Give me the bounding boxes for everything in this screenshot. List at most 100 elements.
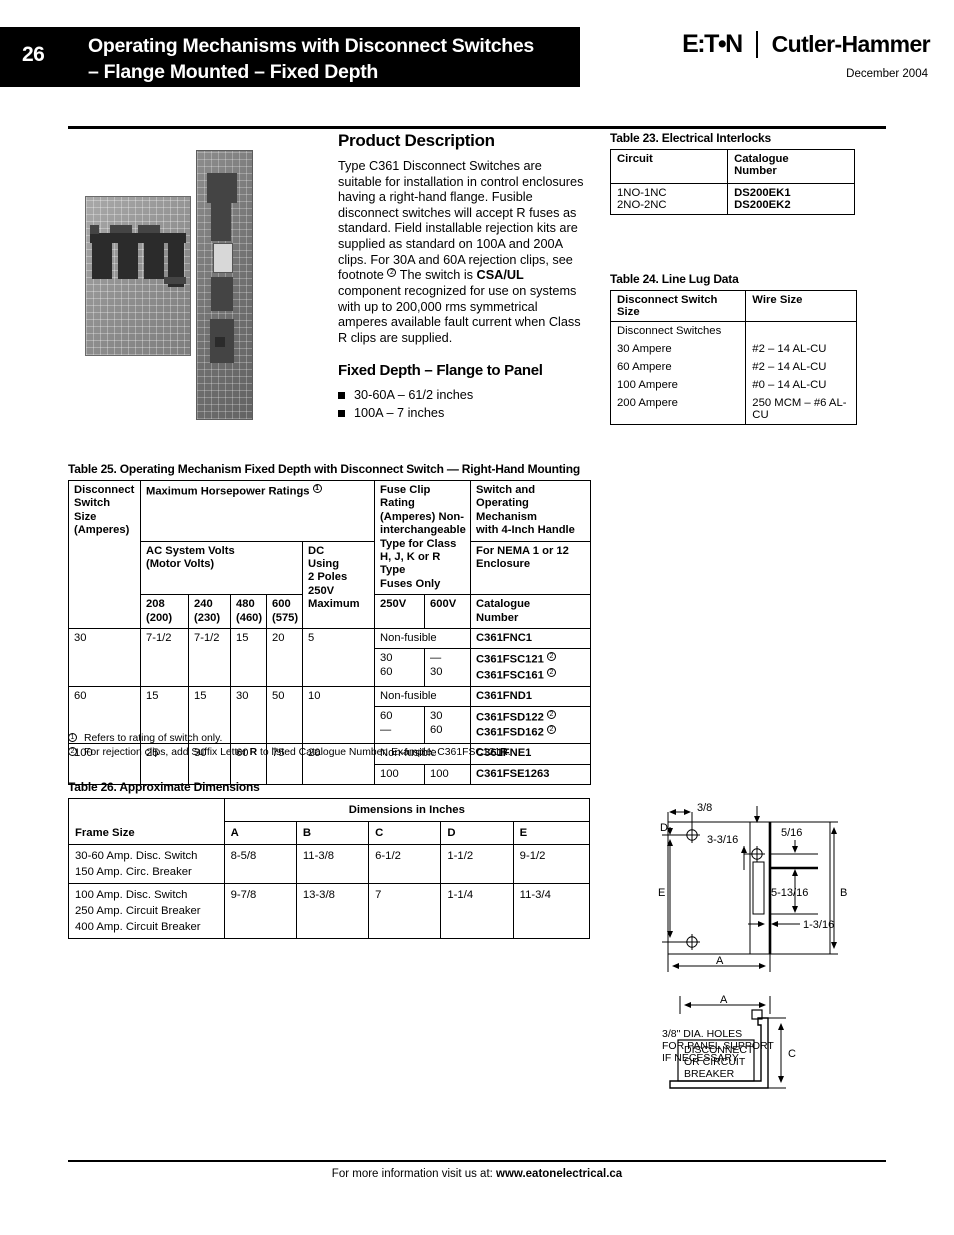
catalogue-value: C361FSD122 <box>476 711 544 724</box>
description-part-1: Type C361 Disconnect Switches are suitab… <box>338 159 584 283</box>
table-23-electrical-interlocks: Circuit Catalogue Number 1NO-1NC 2NO-2NC… <box>609 149 855 215</box>
header-line: Switch and Operating <box>476 484 536 510</box>
cell-dim-e: 11-3/4 <box>512 883 591 939</box>
table-row: 200 Ampere 250 MCM – #6 AL-CU <box>609 394 857 425</box>
column-header-fuse-600v: 600V <box>424 594 472 630</box>
frame-line: 30-60 Amp. Disc. Switch <box>75 850 198 862</box>
table-row: AC System Volts (Motor Volts) DC Using 2… <box>69 540 592 630</box>
cell-wire-size: #0 – 14 AL-CU <box>745 376 857 394</box>
cutler-hammer-wordmark: Cutler-Hammer <box>771 31 931 57</box>
header-line: AC System Volts <box>146 544 235 557</box>
header-line: Maximum <box>308 598 360 611</box>
table-row: Disconnect Switch Size (Amperes) Maximum… <box>68 479 592 630</box>
cell-non-fusible-label: Non-fusible <box>374 685 472 708</box>
cell-hp-240: 7-1/2 <box>188 628 231 687</box>
column-header-480v: 480 (460) <box>230 594 267 630</box>
column-header-catalogue-number: Catalogue Number <box>727 149 855 184</box>
cell-dim-d: 1-1/4 <box>440 883 514 939</box>
table-23-section: Table 23. Electrical Interlocks Circuit … <box>609 131 855 215</box>
footnote-marker-2-icon: 2 <box>68 747 77 756</box>
footnote-1-text: Refers to rating of switch only. <box>84 733 223 744</box>
frame-line: 100 Amp. Disc. Switch <box>75 889 188 901</box>
fuse-value: — <box>430 652 442 665</box>
footer-url[interactable]: www.eatonelectrical.ca <box>496 1168 622 1180</box>
cell-catalogue-number: C361FND1 <box>470 685 592 708</box>
dimension-drawing: 3/8 D E 3-3/16 5/16 5-13/16 1-3/16 B A A… <box>640 800 920 1100</box>
header-line: Type for Class <box>380 537 457 550</box>
footnote-2: 2 For rejection clips, add Suffix Letter… <box>68 746 590 760</box>
cell-switch-size: 30 <box>68 628 141 687</box>
catalogue-value: DS200EK1 <box>734 187 791 199</box>
dim-label-3-3-16: 3-3/16 <box>707 834 738 846</box>
header-line: (Amperes) <box>74 524 130 537</box>
column-header-dim-d: D <box>440 821 514 845</box>
cell-empty <box>745 321 857 340</box>
dim-label-5-13-16: 5-13/16 <box>771 887 808 899</box>
column-header-catalogue-number: Catalogue Number <box>470 594 592 630</box>
cell-frame-size: 100 Amp. Disc. Switch 250 Amp. Circuit B… <box>68 883 225 939</box>
footnote-ref-1-icon: 1 <box>312 484 322 493</box>
table-23-caption: Table 23. Electrical Interlocks <box>610 131 771 145</box>
table-row: 60 Ampere #2 – 14 AL-CU <box>609 358 857 376</box>
column-header-frame-size: Frame Size <box>68 798 225 845</box>
fuse-value: 30 <box>430 665 443 678</box>
table-row: Circuit Catalogue Number <box>609 149 855 184</box>
header-line: Using <box>308 558 340 571</box>
list-item: 100A – 7 inches <box>338 404 588 422</box>
column-header-fuse-clip-rating: Fuse Clip Rating (Amperes) Non- intercha… <box>374 479 472 596</box>
circuit-value: 2NO-2NC <box>617 199 667 211</box>
cell-frame-size: 30-60 Amp. Disc. Switch 150 Amp. Circ. B… <box>68 844 225 884</box>
column-header-dim-c: C <box>368 821 442 845</box>
footnote-ref-2-icon: 2 <box>546 710 556 720</box>
header-line: (230) <box>194 611 221 624</box>
header-line: (460) <box>236 611 263 624</box>
header-line: 600 <box>272 598 291 611</box>
cell-dim-c: 7 <box>368 883 442 939</box>
bottom-rule <box>68 1160 886 1162</box>
cell-switch-size: 200 Ampere <box>609 394 747 425</box>
cell-dim-c: 6-1/2 <box>368 844 442 884</box>
catalogue-entry: C361FSC161 2 <box>476 667 585 683</box>
header-line: (575) <box>272 611 299 624</box>
cell-wire-size: #2 – 14 AL-CU <box>745 340 857 358</box>
cell-dim-b: 13-3/8 <box>295 883 370 939</box>
footnote-1: 1 Refers to rating of switch only. <box>68 732 590 746</box>
fuse-value: 30 <box>380 652 393 665</box>
header-line: 2 Poles <box>308 571 348 584</box>
top-rule <box>68 126 886 129</box>
fixed-depth-heading: Fixed Depth – Flange to Panel <box>338 362 543 380</box>
cell-dim-a: 9-7/8 <box>223 883 297 939</box>
table-24-caption: Table 24. Line Lug Data <box>610 272 739 286</box>
header-line: Number <box>476 611 519 624</box>
dim-label-B: B <box>840 887 847 899</box>
note-line-1: 3/8" DIA. HOLES <box>662 1028 742 1040</box>
table-row: Disconnect Switches <box>609 321 857 340</box>
product-photo <box>80 140 325 420</box>
cell-fuse-600v: — 30 <box>424 648 472 687</box>
table-row: 30 Ampere #2 – 14 AL-CU <box>609 340 857 358</box>
page-title-line2: – Flange Mounted – Fixed Depth <box>88 61 379 83</box>
header-line: (Amperes) Non- <box>380 510 464 523</box>
column-header-maximum-horsepower-ratings: Maximum Horsepower Ratings 1 <box>139 480 376 542</box>
brand-block: E:T•N Cutler-Hammer December 2004 <box>682 30 931 80</box>
column-header-disconnect-switch-size: Disconnect Switch Size <box>609 290 747 322</box>
header-line: interchangeable <box>380 524 466 537</box>
table-row: 30 7-1/2 7-1/2 15 20 5 Non-fusible C361F… <box>68 628 592 687</box>
header-line-1: Catalogue <box>734 153 789 165</box>
cell-switch-size: 30 Ampere <box>609 340 747 358</box>
header-line: 208 <box>146 598 165 611</box>
catalogue-value: DS200EK2 <box>734 199 791 211</box>
dim-label-5-16: 5/16 <box>781 827 802 839</box>
header-line: 240 <box>194 598 213 611</box>
list-item: 30-60A – 61/2 inches <box>338 386 588 404</box>
page-title-line1: Operating Mechanisms with Disconnect Swi… <box>88 35 534 57</box>
box-line-3: BREAKER <box>684 1068 735 1080</box>
dim-label-E: E <box>658 887 665 899</box>
column-header-disconnect-switch-size: Disconnect Switch Size (Amperes) <box>68 479 141 630</box>
header-line: H, J, K or R Type <box>380 551 441 577</box>
column-header-208v: 208 (200) <box>140 594 189 630</box>
header-line: Catalogue <box>476 598 531 611</box>
table-25-footnotes: 1 Refers to rating of switch only. 2 For… <box>68 732 590 760</box>
column-header-switch-and-operating-mechanism: Switch and Operating Mechanism with 4-In… <box>470 480 592 542</box>
box-line-2: OR CIRCUIT <box>684 1056 746 1068</box>
